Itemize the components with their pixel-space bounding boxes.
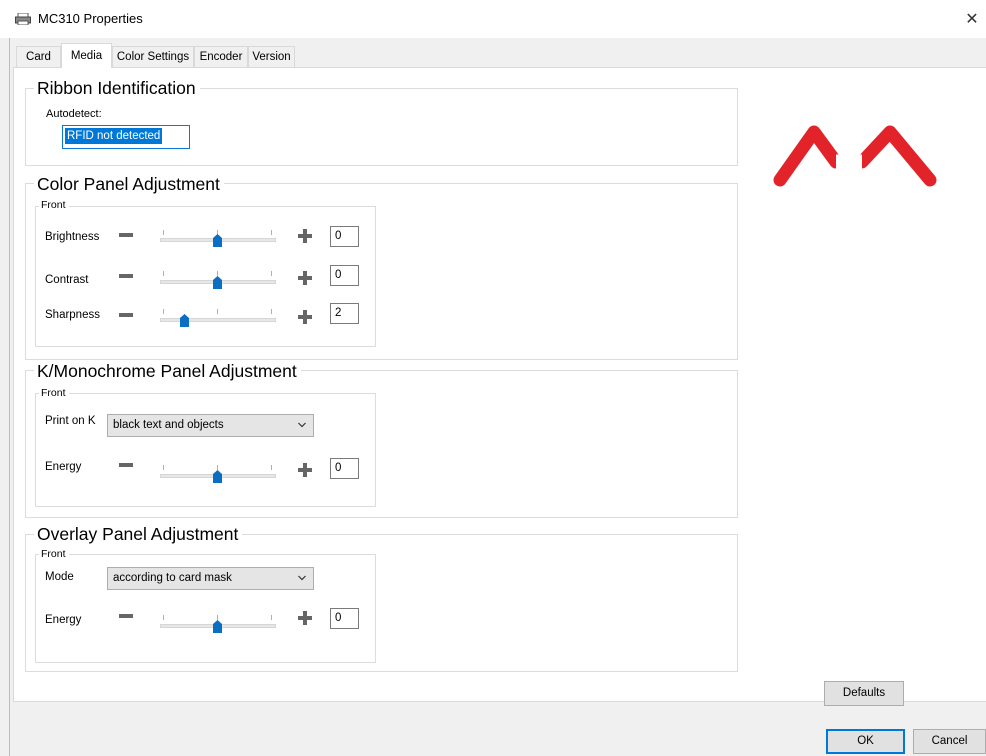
- tab-label: Card: [26, 51, 51, 63]
- slider-tick: [271, 615, 272, 620]
- contrast-decrease-button[interactable]: [119, 274, 133, 278]
- overlay-energy-increase-button[interactable]: [298, 611, 312, 625]
- overlay-mode-select[interactable]: according to card mask: [107, 567, 314, 590]
- mode-label: Mode: [45, 571, 74, 583]
- slider-tick: [271, 465, 272, 470]
- autodetect-field[interactable]: RFID not detected: [62, 125, 190, 149]
- tab-encoder[interactable]: Encoder: [194, 46, 248, 67]
- close-button[interactable]: ✕: [958, 5, 986, 33]
- contrast-increase-button[interactable]: [298, 271, 312, 285]
- brightness-decrease-button[interactable]: [119, 233, 133, 237]
- ribbon-identification-title: Ribbon Identification: [34, 77, 200, 99]
- slider-tick: [271, 230, 272, 235]
- slider-tick: [271, 271, 272, 276]
- print-on-k-label: Print on K: [45, 415, 96, 427]
- contrast-value-field[interactable]: 0: [330, 265, 359, 286]
- print-on-k-select[interactable]: black text and objects: [107, 414, 314, 437]
- brand-logo-icon: [773, 125, 937, 187]
- slider-tick: [163, 615, 164, 620]
- brightness-slider-thumb[interactable]: [213, 234, 222, 247]
- chevron-down-icon: [298, 575, 306, 581]
- tab-color-settings[interactable]: Color Settings: [112, 46, 194, 67]
- window-title: MC310 Properties: [38, 11, 143, 26]
- slider-tick: [163, 309, 164, 314]
- overlay-energy-decrease-button[interactable]: [119, 614, 133, 618]
- close-icon: ✕: [965, 11, 979, 28]
- mono-energy-decrease-button[interactable]: [119, 463, 133, 467]
- tab-label: Color Settings: [116, 51, 190, 63]
- ok-button[interactable]: OK: [826, 729, 905, 754]
- slider-tick: [217, 309, 218, 314]
- brightness-value-field[interactable]: 0: [330, 226, 359, 247]
- slider-tick: [163, 465, 164, 470]
- color-panel-title: Color Panel Adjustment: [34, 173, 224, 195]
- sharpness-value-field[interactable]: 2: [330, 303, 359, 324]
- contrast-label: Contrast: [45, 274, 89, 286]
- overlay-energy-value-field[interactable]: 0: [330, 608, 359, 629]
- dialog-border: [9, 38, 10, 756]
- slider-tick: [163, 271, 164, 276]
- tab-label: Encoder: [199, 51, 243, 63]
- printer-icon: [15, 13, 31, 25]
- overlay-energy-label: Energy: [45, 614, 82, 626]
- tab-version[interactable]: Version: [248, 46, 295, 67]
- overlay-mode-value: according to card mask: [113, 572, 232, 584]
- mono-energy-increase-button[interactable]: [298, 463, 312, 477]
- tab-label: Media: [70, 50, 103, 62]
- sharpness-decrease-button[interactable]: [119, 313, 133, 317]
- sharpness-slider-thumb[interactable]: [180, 314, 189, 327]
- overlay-energy-slider-thumb[interactable]: [213, 620, 222, 633]
- overlay-panel-title: Overlay Panel Adjustment: [34, 523, 243, 545]
- tab-media[interactable]: Media: [61, 43, 112, 68]
- chevron-down-icon: [298, 422, 306, 428]
- sharpness-increase-button[interactable]: [298, 310, 312, 324]
- slider-tick: [163, 230, 164, 235]
- autodetect-label: Autodetect:: [46, 108, 102, 120]
- cancel-button[interactable]: Cancel: [913, 729, 986, 754]
- tab-label: Version: [252, 51, 291, 63]
- autodetect-value: RFID not detected: [65, 128, 163, 144]
- sharpness-slider[interactable]: [160, 318, 276, 322]
- color-front-label: Front: [39, 199, 69, 212]
- brightness-label: Brightness: [45, 231, 100, 243]
- print-on-k-value: black text and objects: [113, 419, 224, 431]
- mono-energy-label: Energy: [45, 461, 82, 473]
- defaults-button[interactable]: Defaults: [824, 681, 904, 706]
- contrast-slider-thumb[interactable]: [213, 276, 222, 289]
- mono-front-group: [35, 393, 376, 507]
- sharpness-label: Sharpness: [45, 309, 100, 321]
- brightness-increase-button[interactable]: [298, 229, 312, 243]
- overlay-front-label: Front: [39, 548, 69, 561]
- mono-panel-title: K/Monochrome Panel Adjustment: [34, 360, 301, 382]
- title-bar: [0, 0, 986, 38]
- mono-front-label: Front: [39, 387, 69, 400]
- slider-tick: [271, 309, 272, 314]
- mono-energy-slider-thumb[interactable]: [213, 470, 222, 483]
- mono-energy-value-field[interactable]: 0: [330, 458, 359, 479]
- tab-card[interactable]: Card: [16, 46, 61, 67]
